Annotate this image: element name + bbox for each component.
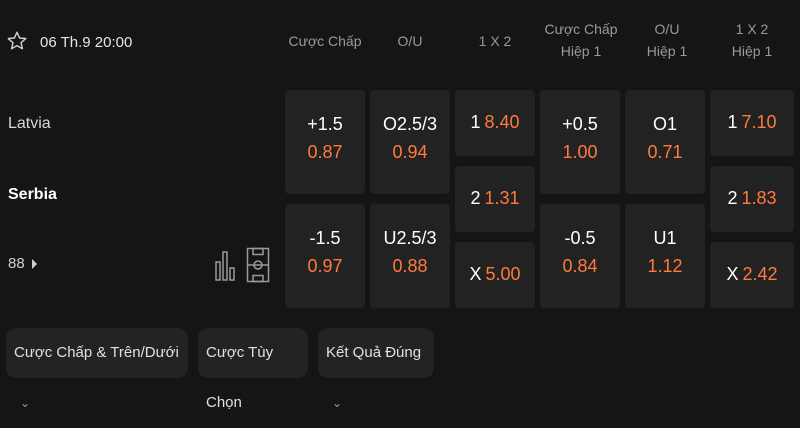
chevron-right-icon — [31, 259, 37, 270]
odds-value: 8.40 — [484, 112, 520, 132]
odds-value: 7.10 — [741, 112, 777, 132]
odds-line: O1 — [652, 114, 677, 134]
odds-1x2-h1-home[interactable]: 1 7.10 — [710, 90, 794, 156]
tab-correct-score[interactable]: Kết Quả Đúng ⌄ — [318, 328, 434, 410]
odds-line: U2.5/3 — [383, 228, 437, 248]
header-handicap: Cược Chấp — [288, 33, 362, 49]
odds-handicap-h1-home[interactable]: +0.5 1.00 — [540, 90, 620, 194]
field-icon[interactable] — [246, 247, 270, 283]
header-ou-h1-line1: O/U — [654, 21, 680, 37]
more-markets-link[interactable]: 88 — [8, 255, 39, 272]
odds-value: 0.87 — [307, 142, 343, 162]
odds-ou-under[interactable]: U2.5/3 0.88 — [370, 204, 450, 308]
odds-value: 1.00 — [562, 142, 598, 162]
odds-ou-over[interactable]: O2.5/3 0.94 — [370, 90, 450, 194]
team-away: Serbia — [8, 186, 57, 203]
odds-value: 0.97 — [307, 256, 343, 276]
odds-value: 5.00 — [485, 264, 521, 284]
header-ou-h1-line2: Hiệp 1 — [646, 43, 688, 59]
odds-line: +1.5 — [307, 114, 343, 134]
odds-1x2-draw[interactable]: X 5.00 — [455, 242, 535, 308]
odds-label: 1 — [727, 112, 738, 132]
header-ou-h1: O/U Hiệp 1 — [625, 18, 709, 62]
odds-handicap-home[interactable]: +1.5 0.87 — [285, 90, 365, 194]
odds-ou-h1-under[interactable]: U1 1.12 — [625, 204, 705, 308]
team-home: Latvia — [8, 115, 51, 132]
odds-1x2-h1-draw[interactable]: X 2.42 — [710, 242, 794, 308]
header-handicap-h1-line1: Cược Chấp — [544, 21, 618, 37]
stats-icon[interactable] — [214, 248, 236, 282]
odds-pair: 1 7.10 — [710, 112, 794, 133]
odds-pair: 2 1.83 — [710, 188, 794, 209]
odds-1x2-home[interactable]: 1 8.40 — [455, 90, 535, 156]
header-1x2: 1 X 2 — [478, 33, 512, 49]
odds-pair: X 5.00 — [455, 264, 535, 285]
odds-label: X — [469, 264, 482, 284]
odds-pair: 1 8.40 — [455, 112, 535, 133]
odds-value: 0.94 — [392, 142, 428, 162]
tab-custom-bets[interactable]: Cược Tùy Chọn — [198, 328, 308, 411]
header-handicap-h1-line2: Hiệp 1 — [560, 43, 602, 59]
odds-label: X — [726, 264, 739, 284]
chevron-down-icon: ⌄ — [332, 396, 343, 410]
odds-value: 1.12 — [647, 256, 683, 276]
header-handicap-h1: Cược Chấp Hiệp 1 — [538, 18, 624, 62]
odds-1x2-away[interactable]: 2 1.31 — [455, 166, 535, 232]
odds-value: 0.88 — [392, 256, 428, 276]
tab-handicap-over-under[interactable]: Cược Chấp & Trên/Dưới ⌄ — [6, 328, 188, 410]
odds-value: 0.71 — [647, 142, 683, 162]
header-1x2-h1: 1 X 2 Hiệp 1 — [710, 18, 794, 62]
odds-value: 0.84 — [562, 256, 598, 276]
tab-label: Cược Chấp & Trên/Dưới — [14, 344, 179, 361]
odds-line: -0.5 — [564, 228, 596, 248]
odds-label: 1 — [470, 112, 481, 132]
chevron-down-icon: ⌄ — [20, 396, 31, 410]
match-datetime: 06 Th.9 20:00 — [40, 34, 133, 51]
odds-pair: 2 1.31 — [455, 188, 535, 209]
odds-handicap-away[interactable]: -1.5 0.97 — [285, 204, 365, 308]
odds-line: U1 — [653, 228, 677, 248]
odds-line: O2.5/3 — [382, 114, 438, 134]
header-1x2-h1-line2: Hiệp 1 — [731, 43, 773, 59]
odds-label: 2 — [727, 188, 738, 208]
odds-ou-h1-over[interactable]: O1 0.71 — [625, 90, 705, 194]
star-icon[interactable] — [6, 30, 28, 52]
odds-pair: X 2.42 — [710, 264, 794, 285]
odds-line: -1.5 — [309, 228, 341, 248]
odds-label: 2 — [470, 188, 481, 208]
odds-line: +0.5 — [562, 114, 598, 134]
header-ou: O/U — [397, 33, 423, 49]
odds-value: 1.31 — [484, 188, 520, 208]
tab-label: Kết Quả Đúng — [326, 344, 422, 361]
tab-label: Cược Tùy Chọn — [206, 344, 274, 411]
header-1x2-h1-line1: 1 X 2 — [735, 21, 769, 37]
odds-1x2-h1-away[interactable]: 2 1.83 — [710, 166, 794, 232]
more-markets-count: 88 — [8, 255, 25, 272]
odds-value: 1.83 — [741, 188, 777, 208]
odds-value: 2.42 — [742, 264, 778, 284]
odds-handicap-h1-away[interactable]: -0.5 0.84 — [540, 204, 620, 308]
